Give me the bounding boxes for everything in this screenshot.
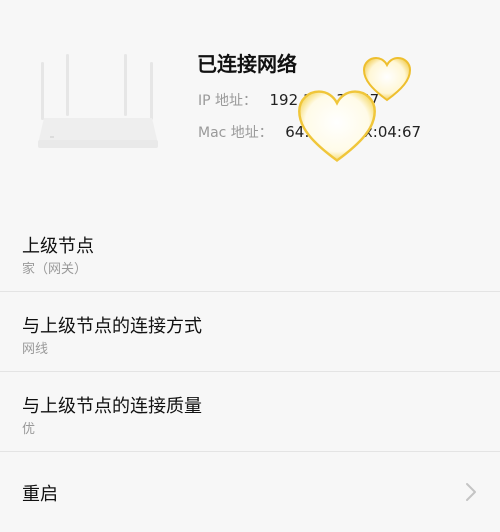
ip-address-row: IP 地址： 192.168.31.67 [198, 90, 379, 110]
node-settings-list: 上级节点 家（网关） 与上级节点的连接方式 网线 与上级节点的连接质量 优 重启 [0, 212, 500, 532]
mac-address-row: Mac 地址： 64:xx:xx:xx:04:67 [198, 122, 421, 142]
restart-label: 重启 [22, 484, 58, 505]
chevron-right-icon [464, 482, 478, 502]
list-item-title: 与上级节点的连接方式 [22, 316, 202, 337]
list-item-connection-method[interactable]: 与上级节点的连接方式 网线 [0, 292, 500, 372]
ip-address-label: IP 地址： [198, 93, 258, 109]
list-item-subtitle: 家（网关） [22, 262, 88, 277]
device-header: 已连接网络 IP 地址： 192.168.31.67 Mac 地址： 64:xx… [0, 0, 500, 200]
list-item-title: 上级节点 [22, 236, 94, 257]
mac-address-label: Mac 地址： [198, 125, 273, 141]
list-item-title: 与上级节点的连接质量 [22, 396, 202, 417]
list-item-upstream-node[interactable]: 上级节点 家（网关） [0, 212, 500, 292]
router-image [28, 52, 168, 162]
restart-button[interactable]: 重启 [0, 452, 500, 532]
list-item-connection-quality[interactable]: 与上级节点的连接质量 优 [0, 372, 500, 452]
connection-status: 已连接网络 [197, 52, 297, 76]
mac-address-value: 64:xx:xx:xx:04:67 [285, 123, 422, 141]
ip-address-value: 192.168.31.67 [269, 91, 380, 109]
list-item-subtitle: 优 [22, 422, 36, 437]
list-item-subtitle: 网线 [22, 342, 49, 357]
